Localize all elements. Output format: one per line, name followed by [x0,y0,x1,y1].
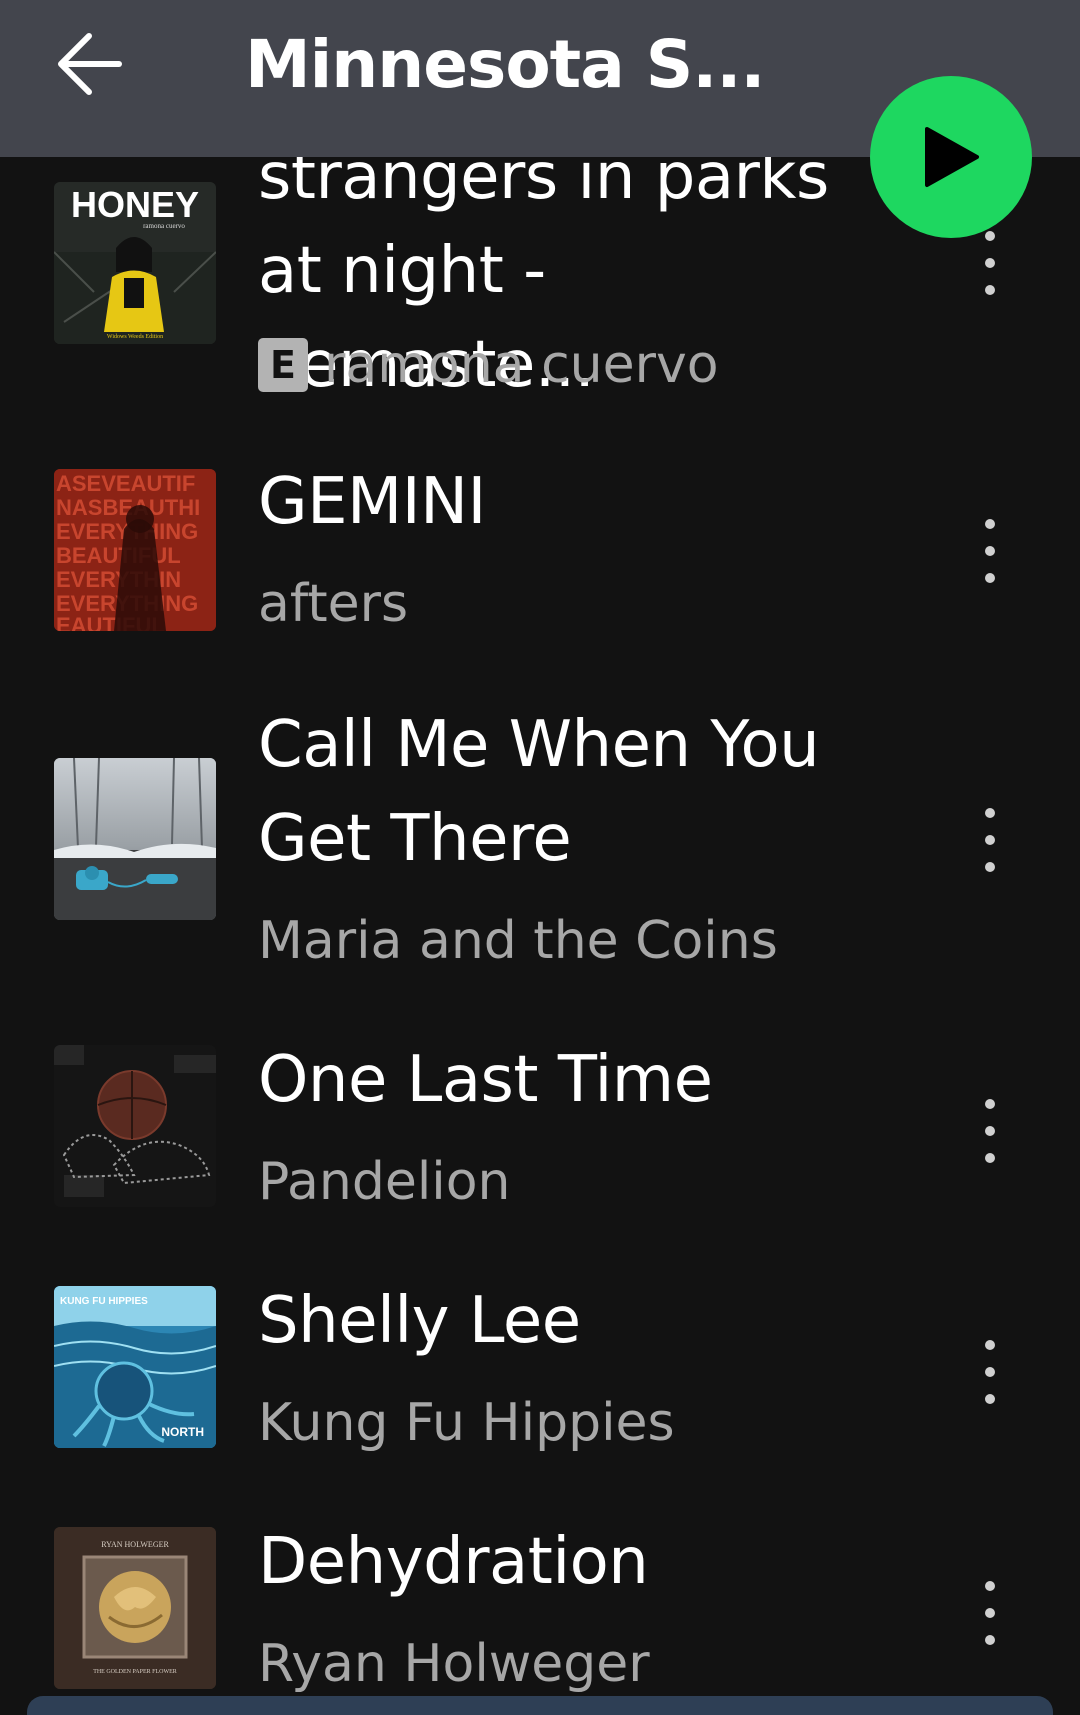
track-title: Call Me When You Get There [258,698,878,886]
art-footer-text: THE GOLDEN PAPER FLOWER [93,1669,177,1675]
art-footer-text: Widows Weeds Edition [107,334,163,340]
track-title-line: Get There [258,802,572,876]
album-art [54,1045,216,1207]
more-vertical-icon [985,231,995,241]
more-vertical-icon [985,1340,995,1350]
art-subtext: ramona cuervo [143,222,185,230]
track-row[interactable]: RYAN HOLWEGER THE GOLDEN PAPER FLOWER De… [0,1515,1080,1715]
track-list: HONEY ramona cuervo Widows Weeds Edition… [0,0,1080,1715]
more-vertical-icon [985,808,995,818]
page-title: Minnesota S... [245,26,765,103]
art-title-text: RYAN HOLWEGER [101,1540,169,1549]
track-row[interactable]: Call Me When You Get There Maria and the… [0,698,1080,988]
album-art [54,758,216,920]
track-title: GEMINI [258,465,486,539]
track-artist: Ryan Holweger [258,1634,650,1694]
more-vertical-icon [985,1099,995,1109]
track-title: One Last Time [258,1043,713,1117]
art-footer-text: NORTH [161,1425,204,1439]
more-vertical-icon [985,1581,995,1591]
track-artist: Maria and the Coins [258,911,778,971]
track-artist: Kung Fu Hippies [258,1393,675,1453]
album-art: HONEY ramona cuervo Widows Weeds Edition [54,182,216,344]
track-artist: afters [258,574,409,634]
svg-text:ASEVEAUTIF: ASEVEAUTIF [56,471,195,496]
mini-player-bar[interactable] [27,1696,1053,1715]
track-row[interactable]: ASEVEAUTIF NASBEAUTHI EVERYTHING BEAUTIF… [0,455,1080,665]
more-options-button[interactable] [970,511,1010,591]
track-artist: E ramona cuervo [258,330,719,400]
track-title-line: Call Me When You [258,708,820,782]
more-options-button[interactable] [970,1332,1010,1412]
play-icon [925,127,979,187]
track-title: Shelly Lee [258,1284,581,1358]
artist-name: ramona cuervo [324,335,719,395]
album-art: ASEVEAUTIF NASBEAUTHI EVERYTHING BEAUTIF… [54,469,216,631]
svg-text:BEAUTIFUL: BEAUTIFUL [56,543,181,568]
track-row[interactable]: KUNG FU HIPPIES NORTH Shelly Lee Kung Fu… [0,1274,1080,1484]
more-options-button[interactable] [970,800,1010,880]
more-options-button[interactable] [970,1573,1010,1653]
art-title-text: HONEY [71,184,199,225]
more-vertical-icon [985,519,995,529]
more-options-button[interactable] [970,223,1010,303]
more-options-button[interactable] [970,1091,1010,1171]
art-title-text: KUNG FU HIPPIES [60,1296,148,1307]
playlist-screen: Minnesota S... HONEY ramona cuervo Widow… [0,0,1080,1715]
back-button[interactable] [50,24,130,104]
album-art: RYAN HOLWEGER THE GOLDEN PAPER FLOWER [54,1527,216,1689]
track-row[interactable]: One Last Time Pandelion [0,1033,1080,1243]
track-title: Dehydration [258,1525,649,1599]
track-artist: Pandelion [258,1152,511,1212]
album-art: KUNG FU HIPPIES NORTH [54,1286,216,1448]
play-button[interactable] [870,76,1032,238]
explicit-badge: E [258,338,308,392]
arrow-left-icon [58,33,122,95]
